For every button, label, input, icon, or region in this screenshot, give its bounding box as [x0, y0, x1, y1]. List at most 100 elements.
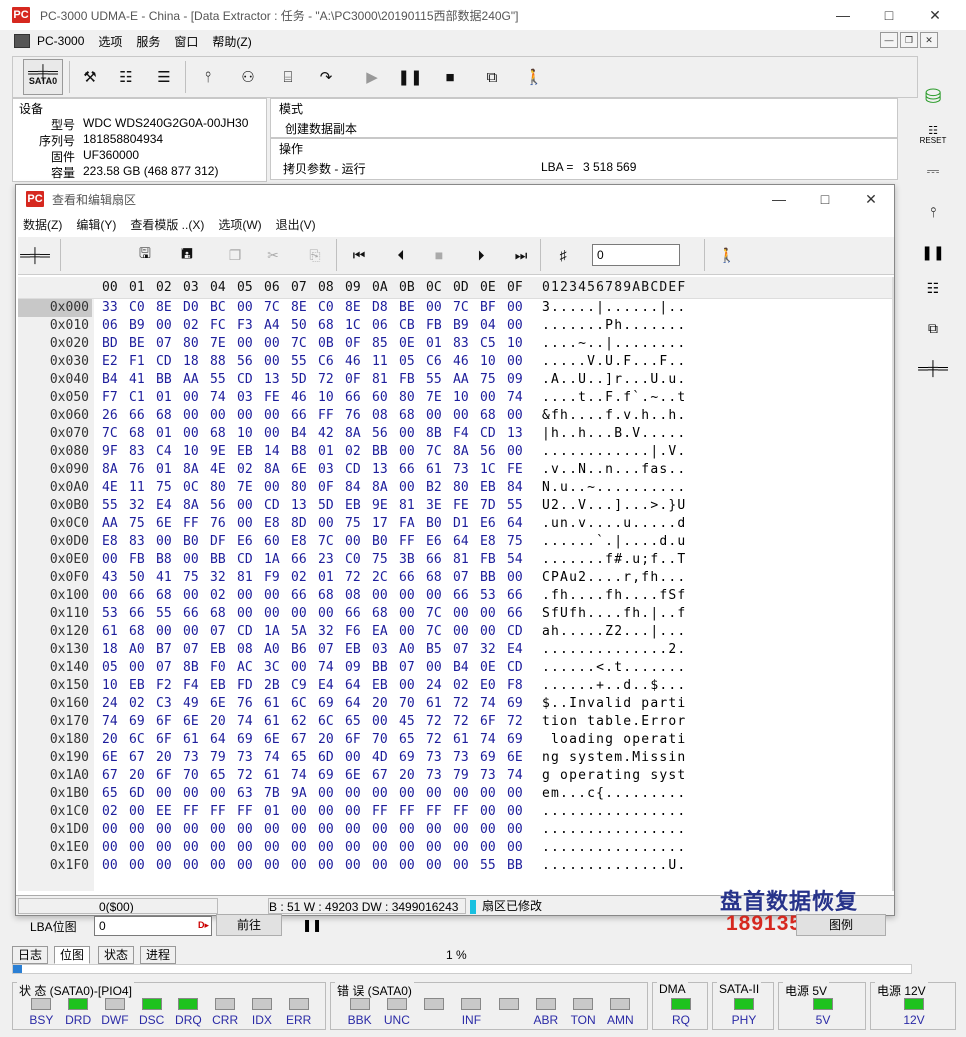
hex-byte[interactable]: 8B — [426, 425, 448, 443]
hex-byte[interactable]: 73 — [183, 749, 205, 767]
hex-byte[interactable]: 01 — [426, 335, 448, 353]
hex-byte[interactable]: FF — [453, 803, 475, 821]
hex-byte[interactable]: E8 — [102, 533, 124, 551]
hex-byte[interactable]: 69 — [318, 767, 340, 785]
hex-byte[interactable]: 03 — [318, 461, 340, 479]
hex-byte[interactable]: 00 — [156, 623, 178, 641]
hex-byte[interactable]: 20 — [399, 767, 421, 785]
hex-byte[interactable]: AC — [237, 659, 259, 677]
hex-byte[interactable]: 32 — [210, 569, 232, 587]
lba-pause-icon[interactable]: ❚❚ — [302, 918, 322, 932]
first-sector-icon[interactable]: ⏮ — [344, 240, 374, 270]
hex-byte[interactable]: 32 — [129, 497, 151, 515]
hex-byte[interactable]: 00 — [264, 857, 286, 875]
hex-byte[interactable]: 00 — [372, 839, 394, 857]
hex-byte[interactable]: CD — [264, 497, 286, 515]
hex-byte[interactable]: 20 — [102, 731, 124, 749]
hex-byte[interactable]: E8 — [264, 515, 286, 533]
hex-byte[interactable]: 4D — [372, 749, 394, 767]
row-ascii[interactable]: $..Invalid parti — [542, 695, 686, 713]
hex-byte[interactable]: 7E — [237, 479, 259, 497]
hex-byte[interactable]: 1A — [264, 623, 286, 641]
hex-byte[interactable]: 00 — [156, 317, 178, 335]
hex-byte[interactable]: 69 — [318, 695, 340, 713]
app-menu-icon[interactable] — [14, 34, 30, 48]
hex-byte[interactable]: 6E — [210, 695, 232, 713]
hex-byte[interactable]: 00 — [453, 605, 475, 623]
hex-byte[interactable]: 73 — [426, 749, 448, 767]
hex-byte[interactable]: 00 — [102, 551, 124, 569]
hex-byte[interactable]: 6C — [291, 695, 313, 713]
hex-byte[interactable]: 00 — [426, 857, 448, 875]
hex-byte[interactable]: 02 — [102, 803, 124, 821]
hex-byte[interactable]: 64 — [507, 515, 529, 533]
hex-byte[interactable]: 00 — [237, 299, 259, 317]
hex-byte[interactable]: 05 — [399, 353, 421, 371]
hex-byte[interactable]: 8A — [372, 479, 394, 497]
hex-byte[interactable]: 75 — [156, 479, 178, 497]
hex-byte[interactable]: 00 — [264, 407, 286, 425]
stop-icon[interactable]: ■ — [433, 60, 467, 94]
hex-byte[interactable]: 00 — [156, 839, 178, 857]
row-ascii[interactable]: .A..U..]r...U.u. — [542, 371, 686, 389]
hex-byte[interactable]: 6F — [480, 713, 502, 731]
hex-byte[interactable]: 0E — [399, 335, 421, 353]
hex-byte[interactable]: 70 — [399, 695, 421, 713]
hex-byte[interactable]: 00 — [264, 821, 286, 839]
hex-byte[interactable]: 76 — [237, 695, 259, 713]
last-sector-icon[interactable]: ⏭ — [506, 240, 536, 270]
hex-byte[interactable]: BE — [399, 299, 421, 317]
hex-byte[interactable]: 07 — [210, 623, 232, 641]
hex-byte[interactable]: 00 — [480, 803, 502, 821]
hex-byte[interactable]: 1A — [264, 551, 286, 569]
hex-byte[interactable]: 20 — [318, 731, 340, 749]
hex-byte[interactable]: 00 — [318, 515, 340, 533]
tab-bitmap[interactable]: 位图 — [54, 946, 91, 964]
row-ascii[interactable]: g operating syst — [542, 767, 686, 785]
hex-byte[interactable]: 00 — [507, 821, 529, 839]
row-ascii[interactable]: &fh....f.v.h..h. — [542, 407, 686, 425]
hex-byte[interactable]: 67 — [372, 767, 394, 785]
hex-byte[interactable]: 66 — [291, 407, 313, 425]
windows-icon[interactable]: ⧉ — [475, 60, 509, 94]
hex-byte[interactable]: 10 — [237, 425, 259, 443]
menu-data[interactable]: 数据(Z) — [16, 216, 69, 233]
hex-byte[interactable]: 65 — [291, 749, 313, 767]
hex-byte[interactable]: 00 — [399, 443, 421, 461]
hex-byte[interactable]: 00 — [507, 785, 529, 803]
editor-maximize-icon[interactable]: □ — [802, 185, 848, 213]
hex-byte[interactable]: B4 — [102, 371, 124, 389]
hex-byte[interactable]: 00 — [237, 821, 259, 839]
hex-byte[interactable]: 00 — [129, 839, 151, 857]
hex-byte[interactable]: EB — [129, 677, 151, 695]
hex-byte[interactable]: 13 — [507, 425, 529, 443]
hex-byte[interactable]: 6F — [156, 713, 178, 731]
hex-byte[interactable]: 00 — [399, 587, 421, 605]
hex-byte[interactable]: 6E — [102, 749, 124, 767]
hex-byte[interactable]: 61 — [426, 695, 448, 713]
hex-byte[interactable]: 07 — [156, 659, 178, 677]
hex-byte[interactable]: 0B — [318, 335, 340, 353]
hex-byte[interactable]: FB — [399, 371, 421, 389]
hex-byte[interactable]: 55 — [480, 857, 502, 875]
hex-byte[interactable]: 50 — [129, 569, 151, 587]
hex-byte[interactable]: 83 — [129, 443, 151, 461]
hex-byte[interactable]: 10 — [453, 389, 475, 407]
prev-sector-icon[interactable]: ⏴ — [386, 240, 416, 270]
hex-byte[interactable]: 1C — [480, 461, 502, 479]
hex-byte[interactable]: C6 — [318, 353, 340, 371]
hex-byte[interactable]: 66 — [399, 461, 421, 479]
hex-byte[interactable]: 18 — [102, 641, 124, 659]
hex-byte[interactable]: 55 — [291, 353, 313, 371]
hex-byte[interactable]: C6 — [426, 353, 448, 371]
row-ascii[interactable]: ....~..|........ — [542, 335, 686, 353]
hex-byte[interactable]: FF — [372, 803, 394, 821]
hex-byte[interactable]: 00 — [399, 821, 421, 839]
hex-byte[interactable]: E4 — [156, 497, 178, 515]
hex-byte[interactable]: 68 — [426, 569, 448, 587]
hex-byte[interactable]: 00 — [345, 839, 367, 857]
hex-byte[interactable]: 00 — [426, 785, 448, 803]
hex-byte[interactable]: 00 — [318, 605, 340, 623]
hex-byte[interactable]: 76 — [129, 461, 151, 479]
hex-byte[interactable]: 69 — [129, 713, 151, 731]
